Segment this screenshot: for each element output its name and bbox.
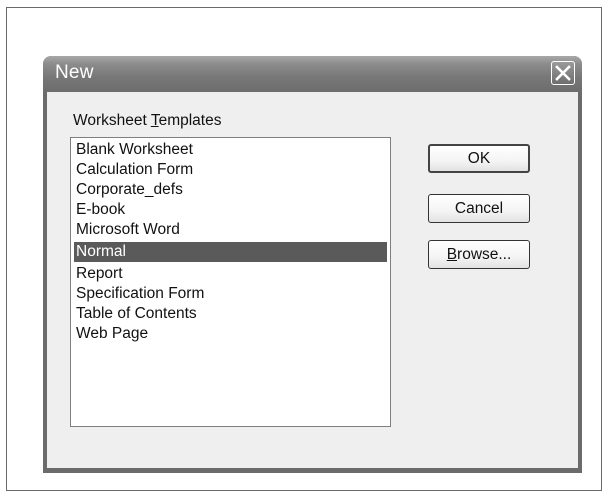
cancel-button[interactable]: Cancel bbox=[428, 194, 530, 223]
templates-label: Worksheet Templates bbox=[73, 112, 222, 129]
list-item[interactable]: Microsoft Word bbox=[74, 220, 387, 240]
dialog-title: New bbox=[55, 62, 94, 83]
list-item-selected[interactable]: Normal bbox=[74, 242, 387, 262]
list-item[interactable]: Web Page bbox=[74, 324, 387, 344]
browse-button[interactable]: Browse... bbox=[428, 240, 530, 269]
list-item[interactable]: Corporate_defs bbox=[74, 180, 387, 200]
templates-listbox[interactable]: Blank Worksheet Calculation Form Corpora… bbox=[70, 137, 391, 427]
ok-button[interactable]: OK bbox=[428, 144, 530, 173]
title-bar[interactable]: New bbox=[43, 56, 582, 92]
list-item[interactable]: Blank Worksheet bbox=[74, 140, 387, 160]
new-dialog: New Worksheet Templates Blank Worksheet … bbox=[43, 56, 582, 473]
list-item[interactable]: Calculation Form bbox=[74, 160, 387, 180]
dialog-body: Worksheet Templates Blank Worksheet Calc… bbox=[47, 92, 578, 468]
close-icon bbox=[555, 65, 571, 81]
list-item[interactable]: Report bbox=[74, 264, 387, 284]
list-item[interactable]: E-book bbox=[74, 200, 387, 220]
list-item[interactable]: Table of Contents bbox=[74, 304, 387, 324]
close-button[interactable] bbox=[551, 61, 575, 85]
list-item[interactable]: Specification Form bbox=[74, 284, 387, 304]
